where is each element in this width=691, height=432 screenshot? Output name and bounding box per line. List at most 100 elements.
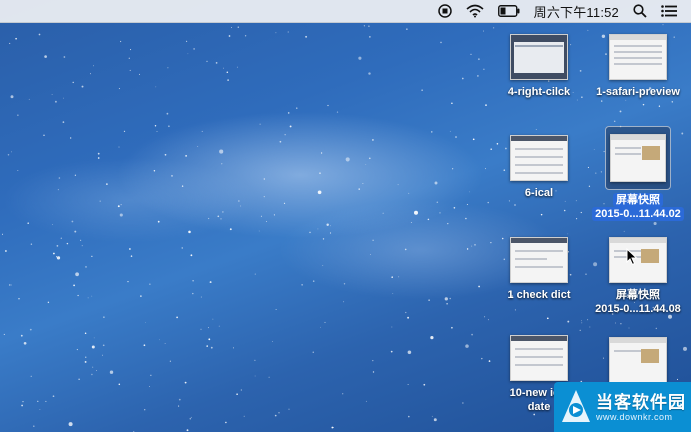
menu-bar-clock[interactable]: 周六下午11:52 <box>527 0 626 22</box>
star <box>465 217 467 220</box>
star <box>53 252 55 255</box>
star <box>327 104 329 107</box>
star <box>243 415 245 417</box>
star <box>44 55 47 58</box>
file-date: 2015-0...11.44.08 <box>595 303 681 315</box>
desktop-file-partial[interactable] <box>583 337 691 383</box>
star <box>662 24 664 26</box>
star <box>150 374 152 376</box>
star <box>487 201 489 204</box>
star <box>37 400 39 402</box>
star <box>143 344 146 347</box>
star <box>221 163 223 165</box>
desktop-file-1-check-dict[interactable]: 1 check dict <box>484 237 594 302</box>
star <box>567 320 570 323</box>
file-thumbnail <box>609 34 667 80</box>
star <box>471 333 473 336</box>
desktop-file-screenshot-114402[interactable]: 屏幕快照 2015-0...11.44.02 <box>583 126 691 221</box>
star <box>462 402 464 404</box>
star <box>109 370 114 374</box>
star <box>240 205 242 207</box>
star <box>51 93 53 95</box>
star <box>440 41 442 44</box>
star <box>80 239 82 241</box>
star <box>17 114 19 116</box>
star <box>658 105 661 107</box>
star <box>326 223 329 227</box>
star <box>193 48 195 50</box>
star <box>451 326 453 329</box>
star <box>279 140 282 143</box>
star <box>324 321 326 323</box>
menu-bar: 周六下午11:52 <box>0 0 691 23</box>
star <box>461 77 464 80</box>
star <box>219 149 224 154</box>
star <box>74 174 77 176</box>
star <box>465 344 469 348</box>
star <box>580 320 582 322</box>
star <box>275 32 277 34</box>
star <box>139 73 140 75</box>
star <box>76 349 78 351</box>
star <box>368 157 371 160</box>
star <box>382 212 384 214</box>
file-thumbnail <box>510 135 568 181</box>
star <box>278 412 280 414</box>
star <box>581 322 583 324</box>
star <box>178 398 181 401</box>
star <box>284 134 286 136</box>
star <box>23 341 27 345</box>
star <box>452 168 454 170</box>
star <box>97 152 100 155</box>
star <box>230 27 232 29</box>
star <box>10 95 14 99</box>
star <box>130 49 132 51</box>
star <box>474 244 476 246</box>
star <box>145 322 146 323</box>
star <box>468 191 470 193</box>
star <box>392 293 394 294</box>
star <box>164 343 166 344</box>
desktop-file-4-right-cilck[interactable]: 4-right-cilck <box>484 34 594 99</box>
star <box>372 371 375 373</box>
star <box>589 326 591 328</box>
star <box>466 203 468 206</box>
star <box>54 100 57 103</box>
record-stop-icon[interactable] <box>431 0 459 22</box>
star <box>273 214 275 216</box>
star <box>118 146 120 148</box>
star <box>153 170 156 172</box>
star <box>227 79 229 81</box>
star <box>283 202 286 205</box>
star <box>171 175 173 177</box>
star <box>317 228 319 230</box>
star <box>225 421 227 424</box>
star <box>91 255 93 257</box>
star <box>27 222 29 224</box>
wifi-icon[interactable] <box>459 0 491 22</box>
star <box>56 245 59 247</box>
desktop-file-6-ical[interactable]: 6-ical <box>484 135 594 200</box>
star <box>312 280 315 282</box>
star <box>619 110 622 113</box>
star <box>390 350 393 353</box>
star <box>129 69 131 71</box>
desktop-file-1-safari-preview[interactable]: 1-safari-preview <box>583 34 691 99</box>
star <box>268 376 270 378</box>
star <box>189 417 192 420</box>
notification-center-icon[interactable] <box>654 0 691 22</box>
star <box>470 53 472 56</box>
star <box>45 400 47 402</box>
star <box>210 346 213 349</box>
star <box>21 404 23 407</box>
star <box>436 201 439 204</box>
star <box>296 107 298 109</box>
star <box>254 375 256 377</box>
battery-icon[interactable] <box>491 0 527 22</box>
star <box>343 301 345 303</box>
star <box>63 56 66 58</box>
star <box>446 302 448 305</box>
search-icon[interactable] <box>626 0 654 22</box>
star <box>317 190 322 195</box>
star <box>169 360 171 362</box>
